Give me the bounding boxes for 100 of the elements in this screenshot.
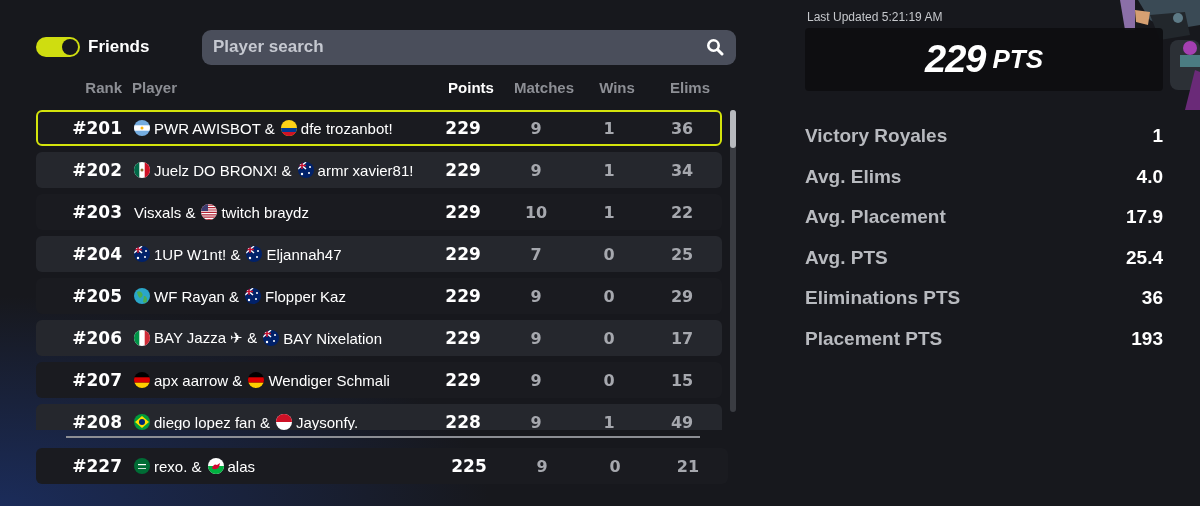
elims-cell: 21 xyxy=(676,456,700,476)
flag-icon xyxy=(280,120,297,136)
flag-icon xyxy=(263,330,280,346)
stat-value: 17.9 xyxy=(1126,206,1163,229)
elims-cell: 22 xyxy=(670,202,694,222)
matches-cell: 7 xyxy=(530,244,542,264)
elims-cell: 29 xyxy=(670,286,694,306)
player-name: BAY Jazza ✈ & xyxy=(154,329,258,347)
wins-cell: 0 xyxy=(603,244,615,264)
column-header: Wins xyxy=(598,79,636,96)
player-name: alas xyxy=(227,457,256,475)
stat-value: 25.4 xyxy=(1126,246,1163,269)
elims-cell: 17 xyxy=(670,328,694,348)
elims-cell: 34 xyxy=(670,160,694,180)
rank-cell: #202 xyxy=(72,160,122,180)
flag-icon xyxy=(134,162,150,178)
stat-value: 4.0 xyxy=(1136,165,1163,188)
player-name: diego lopez fan & xyxy=(154,413,270,430)
stat-label: Avg. PTS xyxy=(805,246,888,269)
flag-icon xyxy=(246,246,263,262)
points-cell: 229 xyxy=(445,118,481,138)
player-name: rexo. & xyxy=(154,457,202,475)
points-cell: 229 xyxy=(445,286,481,306)
matches-cell: 9 xyxy=(536,456,548,476)
column-header: Matches xyxy=(513,79,575,96)
leaderboard-row[interactable]: #204 1UP W1nt! & Eljannah47 229 7 0 25 xyxy=(36,236,723,272)
points-cell: 229 xyxy=(445,202,481,222)
friends-toggle[interactable] xyxy=(36,37,80,57)
stat-label: Avg. Placement xyxy=(805,206,946,229)
player-name: dfe trozanbot! xyxy=(300,119,393,137)
points-cell: 229 xyxy=(445,370,481,390)
wins-cell: 0 xyxy=(609,456,621,476)
total-points: 229 xyxy=(925,38,986,81)
matches-cell: 9 xyxy=(530,118,542,138)
player-name: armr xavier81! xyxy=(317,161,414,179)
leaderboard-row[interactable]: #206 BAY Jazza ✈ & BAY Nixelation 229 9 0 17 xyxy=(36,320,723,356)
flag-icon xyxy=(134,330,150,346)
points-cell: 225 xyxy=(451,456,487,476)
flag-icon xyxy=(207,458,224,474)
rank-cell: #201 xyxy=(72,118,122,138)
stat-label: Placement PTS xyxy=(805,327,943,350)
player-name: Eljannah47 xyxy=(266,245,342,263)
wins-cell: 1 xyxy=(603,160,615,180)
column-header: Rank xyxy=(84,79,122,96)
flag-icon xyxy=(245,288,262,304)
points-unit: PTS xyxy=(992,44,1043,75)
flag-icon xyxy=(201,204,218,220)
rank-cell: #227 xyxy=(72,456,122,476)
player-name: 1UP W1nt! & xyxy=(154,245,241,263)
rank-cell: #208 xyxy=(72,412,122,430)
stat-label: Eliminations PTS xyxy=(805,287,961,310)
elims-cell: 49 xyxy=(670,412,694,430)
flag-icon xyxy=(275,414,292,430)
rank-cell: #207 xyxy=(72,370,122,390)
flag-icon xyxy=(134,414,150,430)
wins-cell: 1 xyxy=(603,202,615,222)
last-updated-label: Last Updated 5:21:19 AM xyxy=(807,10,944,26)
matches-cell: 9 xyxy=(530,328,542,348)
column-header: Player xyxy=(131,79,179,96)
elims-cell: 36 xyxy=(670,118,694,138)
matches-cell: 9 xyxy=(530,412,542,430)
column-header: Elims xyxy=(669,79,711,96)
leaderboard-row[interactable]: #201 PWR AWISBOT & dfe trozanbot! 229 9 1 36 xyxy=(36,110,723,146)
player-name: Juelz DO BRONX! & xyxy=(154,161,292,179)
player-name: Wendiger Schmali xyxy=(268,371,390,389)
player-name: WF Rayan & xyxy=(154,287,240,305)
player-name: Visxals & xyxy=(134,203,196,221)
stat-value: 1 xyxy=(1152,125,1163,148)
elims-cell: 25 xyxy=(670,244,694,264)
flag-icon xyxy=(297,162,314,178)
scrollbar[interactable] xyxy=(730,110,736,412)
flag-icon xyxy=(134,458,150,474)
rank-cell: #205 xyxy=(72,286,122,306)
toggle-label: Friends xyxy=(88,37,150,57)
flag-icon xyxy=(134,246,150,262)
wins-cell: 0 xyxy=(603,370,615,390)
search-field[interactable]: Player search xyxy=(202,29,736,65)
player-name: PWR AWISBOT & xyxy=(154,119,275,137)
stat-value: 193 xyxy=(1131,327,1163,350)
player-name: BAY Nixelation xyxy=(283,329,382,347)
matches-cell: 10 xyxy=(524,202,548,222)
points-cell: 229 xyxy=(445,160,481,180)
flag-icon xyxy=(134,372,150,388)
wins-cell: 0 xyxy=(603,286,615,306)
search-icon xyxy=(706,37,724,56)
matches-cell: 9 xyxy=(530,160,542,180)
leaderboard-row[interactable]: #208 diego lopez fan & Jaysonfy. 228 9 1 49 xyxy=(36,404,723,430)
leaderboard-row[interactable]: #202 Juelz DO BRONX! & armr xavier81! 229 9 1 34 xyxy=(36,152,723,188)
wins-cell: 0 xyxy=(603,328,615,348)
player-name: apx aarrow & xyxy=(154,371,243,389)
points-cell: 229 xyxy=(445,244,481,264)
flag-icon xyxy=(134,288,150,304)
rank-cell: #203 xyxy=(72,202,122,222)
player-name: Flopper Kaz xyxy=(265,287,346,305)
rank-cell: #204 xyxy=(72,244,122,264)
matches-cell: 9 xyxy=(530,286,542,306)
stat-label: Victory Royales xyxy=(805,125,948,148)
stat-value: 36 xyxy=(1141,287,1163,310)
rank-cell: #206 xyxy=(72,328,122,348)
elims-cell: 15 xyxy=(670,370,694,390)
